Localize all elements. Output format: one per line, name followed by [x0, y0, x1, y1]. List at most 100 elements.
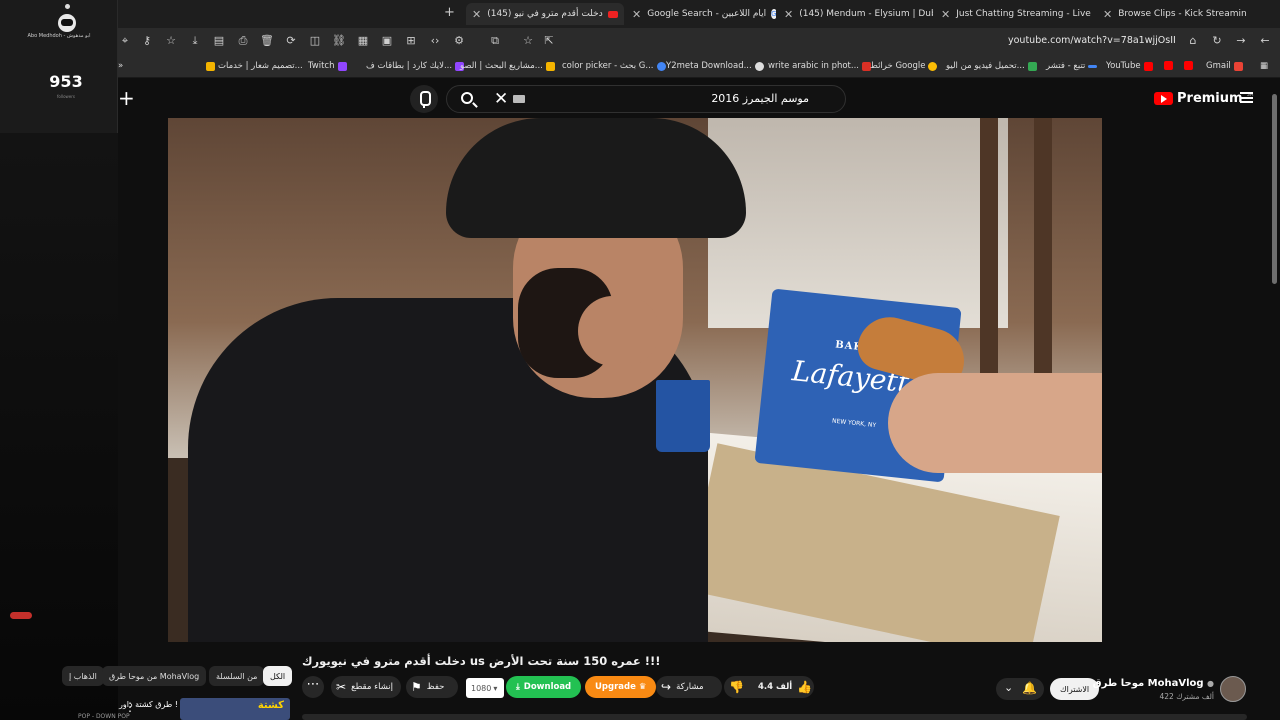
bookmark-favicon: [545, 61, 555, 71]
chip-next[interactable]: الذهاب إ: [62, 666, 104, 686]
logo-text: Premium: [1177, 91, 1243, 106]
download-icon: ⤓: [516, 682, 520, 692]
dot-icon: [65, 4, 70, 9]
star-icon[interactable]: ☆: [164, 34, 178, 48]
bug-icon[interactable]: ⚙: [452, 34, 466, 48]
print-icon[interactable]: ⎙: [236, 34, 250, 48]
recommendation-title[interactable]: طرق كشتة داور !: [98, 700, 178, 709]
share-page-icon[interactable]: ⇱: [542, 34, 556, 48]
subscriber-count: 422 ألف مشترك: [1159, 692, 1214, 701]
like-icon[interactable]: 👍: [797, 680, 812, 694]
bookmark-item[interactable]: تصميم شعار | خدمات...: [206, 61, 303, 71]
tab-just-chatting[interactable]: ✕ Just Chatting Streaming - Live K: [935, 3, 1095, 25]
chip-series[interactable]: من السلسلة: [209, 666, 265, 686]
recommendation-thumbnail[interactable]: كشتة: [180, 698, 290, 720]
create-plus-icon[interactable]: +: [118, 88, 136, 108]
share-icon: ↪: [661, 680, 672, 694]
video-title: دخلت أقدم مترو في نيويورك us عمره 150 سن…: [302, 654, 661, 668]
dislike-icon[interactable]: 👎: [729, 680, 744, 694]
bookmark-item[interactable]: color picker - بحث G...: [562, 61, 666, 71]
bookmark-item[interactable]: YouTube: [1106, 61, 1153, 71]
notification-bell-button[interactable]: ⌄ 🔔: [996, 678, 1044, 700]
close-tab-icon[interactable]: ✕: [472, 8, 481, 21]
home-icon[interactable]: ⌂: [1186, 34, 1200, 48]
close-tab-icon[interactable]: ✕: [941, 8, 950, 21]
youtube-icon: [607, 10, 618, 18]
bookmark-item[interactable]: مشاريع البحث | الصو...: [460, 61, 555, 71]
chip-channel[interactable]: من موحا طرق MohaVlog: [102, 666, 207, 686]
viewer-count-label: followers: [57, 94, 75, 99]
address-bar[interactable]: youtube.com/watch?v=78a1wjjOsII: [1008, 35, 1176, 46]
bookmark-item[interactable]: لايك كارد | بطاقات ف...: [366, 61, 465, 71]
youtube-logo[interactable]: Premium SA: [1154, 91, 1253, 106]
trash-icon[interactable]: 🗑: [260, 34, 274, 48]
tab-browse-clips[interactable]: ✕ Browse Clips - Kick Streaming K: [1097, 3, 1247, 25]
sync-icon[interactable]: ⟳: [284, 34, 298, 48]
forward-icon[interactable]: →: [1234, 34, 1248, 48]
channel-name[interactable]: موحا طرق MohaVlog ●: [1093, 678, 1214, 689]
quality-select[interactable]: 1080 ▾: [466, 678, 504, 698]
save-button[interactable]: ⚑ حفظ: [406, 676, 458, 698]
panel-icon[interactable]: ◫: [308, 34, 322, 48]
video-cup: [656, 380, 710, 452]
bookmark-item[interactable]: Twitch: [308, 61, 347, 71]
bookmark-item[interactable]: تتبع - فتشر: [1046, 61, 1098, 71]
download-button[interactable]: ⤓ Download: [506, 676, 582, 698]
video-player[interactable]: BAKERY Lafayette NEW YORK, NY: [168, 118, 1102, 642]
location-icon[interactable]: ⌖: [118, 34, 132, 48]
extensions-icon[interactable]: ⧉: [488, 34, 502, 48]
tab-mendum[interactable]: ✕ (145) Mendum - Elysium | Dub: [778, 3, 933, 25]
close-tab-icon[interactable]: ✕: [632, 8, 641, 21]
close-tab-icon[interactable]: ✕: [1103, 8, 1112, 21]
link-icon[interactable]: ⛓: [332, 34, 346, 48]
stream-card[interactable]: Abo Medhdoh - ابو مدهوش 953 followers: [0, 0, 118, 133]
layout-icon[interactable]: ▣: [380, 34, 394, 48]
hamburger-menu-icon[interactable]: [1240, 92, 1253, 103]
chip-all[interactable]: الكل: [263, 666, 293, 686]
keyboard-icon[interactable]: [513, 95, 525, 103]
tab-label: (145) Mendum - Elysium | Dub: [799, 9, 933, 19]
back-icon[interactable]: ←: [1258, 34, 1272, 48]
bookmarks-menu-icon[interactable]: ▦: [1260, 61, 1268, 71]
share-button[interactable]: ↪ مشاركة: [656, 676, 722, 698]
close-tab-icon[interactable]: ✕: [784, 8, 793, 21]
download-icon[interactable]: ⤓: [188, 34, 202, 48]
like-count[interactable]: 4.4 ألف: [758, 682, 792, 692]
search-query[interactable]: موسم الجيمرز 2016: [711, 92, 809, 105]
bookmark-item[interactable]: Y2meta Download...: [666, 61, 764, 71]
bookmarks-overflow-icon[interactable]: »: [118, 61, 123, 71]
bookmark-item[interactable]: write arabic in phot...: [768, 61, 871, 71]
page-scrollbar[interactable]: [1272, 94, 1277, 284]
bookmark-item[interactable]: Gmail: [1206, 61, 1243, 71]
stream-overlay: Abo Medhdoh - ابو مدهوش 953 followers: [0, 0, 118, 720]
streamer-avatar: [58, 14, 76, 32]
tab-google[interactable]: ✕ Google Search - ايام اللاعبين G: [626, 3, 776, 25]
key-icon[interactable]: ⚷: [140, 34, 154, 48]
video-hand: [888, 373, 1102, 473]
browser-tab-bar: + ✕ (145) دخلت أقدم مترو في نيو ✕ Google…: [118, 0, 1280, 28]
tab-label: (145) دخلت أقدم مترو في نيو: [487, 9, 603, 19]
bookmark-favicon: [1088, 64, 1098, 68]
upgrade-button[interactable]: Upgrade ♛: [585, 676, 657, 698]
bookmark-item[interactable]: [1164, 61, 1173, 70]
bookmark-item[interactable]: تحميل فيديو من اليو...: [946, 61, 1037, 71]
microphone-icon[interactable]: [410, 85, 438, 113]
table-icon[interactable]: ⊞: [404, 34, 418, 48]
code-icon[interactable]: ‹›: [428, 34, 442, 48]
bookmarks-bar: » تصميم شعار | خدمات... Twitch لايك كارد…: [118, 56, 1280, 78]
close-icon[interactable]: ✕: [494, 89, 508, 109]
bookmark-item[interactable]: خرائط Google: [870, 61, 938, 71]
bookmark-item[interactable]: [1184, 61, 1193, 70]
video-hand: [578, 296, 660, 366]
search-input[interactable]: ✕ موسم الجيمرز 2016: [446, 85, 846, 113]
more-actions-icon[interactable]: ⋯: [302, 676, 324, 698]
channel-avatar[interactable]: [1220, 676, 1246, 702]
new-tab-icon[interactable]: +: [444, 5, 455, 20]
search-icon[interactable]: [461, 92, 473, 104]
reload-icon[interactable]: ↻: [1210, 34, 1224, 48]
bookmark-star-icon[interactable]: ☆: [521, 34, 535, 48]
tab-video[interactable]: ✕ (145) دخلت أقدم مترو في نيو: [466, 3, 624, 25]
grid-icon[interactable]: ▦: [356, 34, 370, 48]
reader-icon[interactable]: ▤: [212, 34, 226, 48]
clip-button[interactable]: ✂ إنشاء مقطع: [331, 676, 401, 698]
